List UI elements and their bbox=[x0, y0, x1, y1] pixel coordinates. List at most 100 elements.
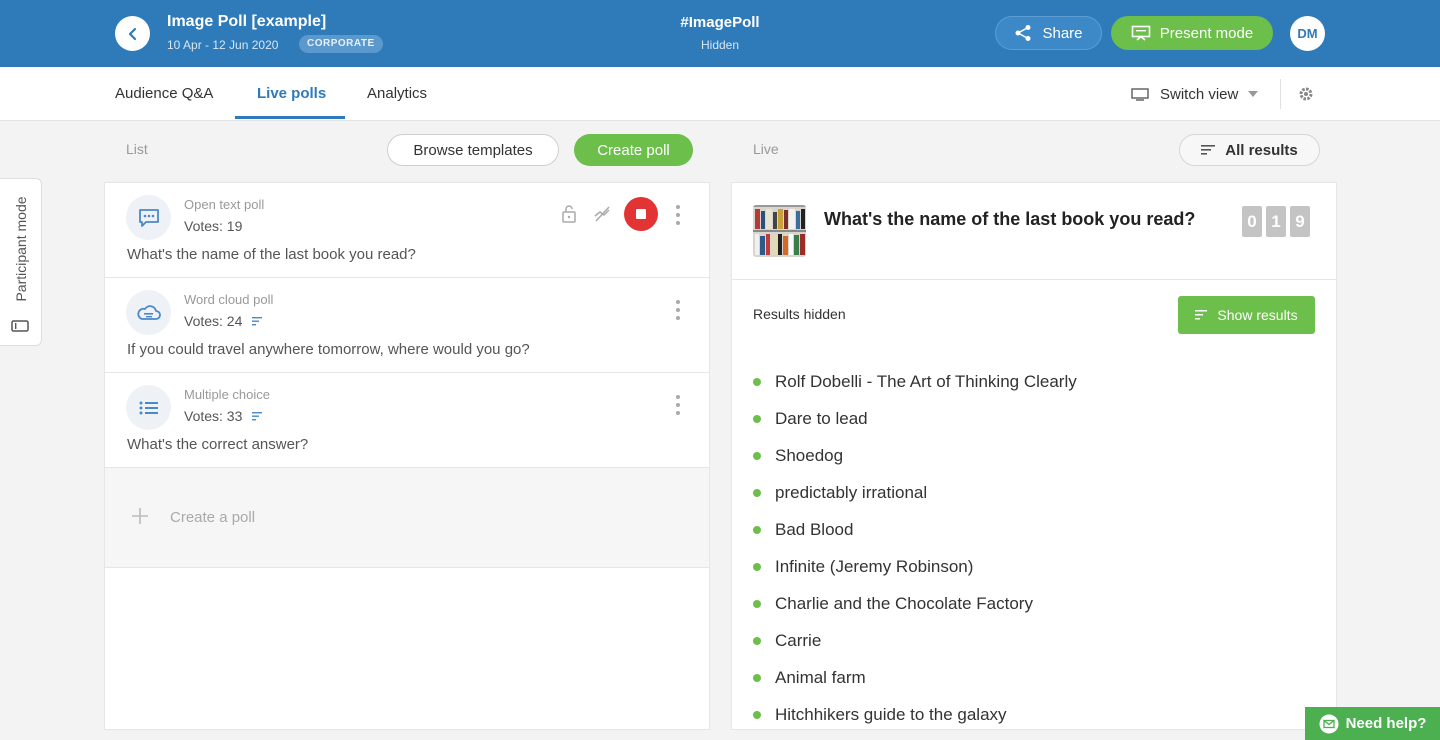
poll-question: If you could travel anywhere tomorrow, w… bbox=[127, 341, 530, 358]
plan-badge: CORPORATE bbox=[299, 35, 383, 53]
live-poll-panel: What's the name of the last book you rea… bbox=[731, 182, 1337, 730]
tab-live-polls[interactable]: Live polls bbox=[257, 67, 326, 121]
list-item: Shoedog bbox=[753, 437, 1077, 474]
bullet-dot bbox=[753, 377, 761, 386]
all-results-button[interactable]: All results bbox=[1179, 134, 1320, 166]
poll-type: Word cloud poll bbox=[184, 292, 274, 307]
present-mode-label: Present mode bbox=[1159, 24, 1254, 42]
create-poll-button[interactable]: Create poll bbox=[574, 134, 693, 166]
present-mode-button[interactable]: Present mode bbox=[1111, 16, 1273, 50]
answer-text: Infinite (Jeremy Robinson) bbox=[775, 556, 974, 576]
poll-question: What's the name of the last book you rea… bbox=[127, 246, 416, 263]
monitor-icon bbox=[1131, 88, 1149, 101]
hide-results-icon[interactable] bbox=[593, 204, 611, 224]
participant-mode-label: Participant mode bbox=[13, 196, 29, 302]
gear-icon[interactable] bbox=[1297, 85, 1315, 103]
answer-text: Charlie and the Chocolate Factory bbox=[775, 593, 1033, 613]
bullet-dot bbox=[753, 673, 761, 682]
share-button[interactable]: Share bbox=[995, 16, 1102, 50]
share-label: Share bbox=[1042, 24, 1083, 42]
counter-digit: 1 bbox=[1266, 206, 1286, 237]
poll-votes: Votes: 33 bbox=[184, 408, 263, 424]
poll-list-panel: Open text poll Votes: 19 What's the name… bbox=[104, 182, 710, 730]
create-a-poll-row[interactable]: Create a poll bbox=[105, 468, 709, 568]
poll-item-word-cloud[interactable]: Word cloud poll Votes: 24 If you could t… bbox=[105, 278, 709, 373]
bullet-dot bbox=[753, 451, 761, 460]
bullet-dot bbox=[753, 636, 761, 645]
plus-icon bbox=[132, 508, 148, 524]
divider bbox=[1280, 79, 1281, 109]
list-item: Hitchhikers guide to the galaxy bbox=[753, 696, 1077, 729]
bullet-dot bbox=[753, 414, 761, 423]
list-item: Bad Blood bbox=[753, 511, 1077, 548]
event-title: Image Poll [example] bbox=[167, 13, 327, 30]
poll-question: What's the correct answer? bbox=[127, 436, 309, 453]
cloud-icon bbox=[126, 290, 171, 335]
answer-text: Animal farm bbox=[775, 667, 866, 687]
list-item: Dare to lead bbox=[753, 400, 1077, 437]
poll-votes-text: Votes: 33 bbox=[184, 408, 243, 424]
poll-type: Multiple choice bbox=[184, 387, 270, 402]
chat-icon bbox=[126, 195, 171, 240]
phone-icon bbox=[11, 320, 29, 332]
all-results-label: All results bbox=[1225, 141, 1298, 159]
answer-text: Bad Blood bbox=[775, 519, 854, 539]
bullet-dot bbox=[753, 525, 761, 534]
live-poll-question: What's the name of the last book you rea… bbox=[824, 209, 1196, 229]
bookshelf-image bbox=[753, 205, 806, 257]
sort-lines-icon bbox=[252, 316, 263, 325]
back-button[interactable] bbox=[115, 16, 150, 51]
counter-digit: 0 bbox=[1242, 206, 1262, 237]
stop-poll-button[interactable] bbox=[624, 197, 658, 231]
more-options-icon[interactable] bbox=[671, 395, 685, 415]
stop-icon bbox=[636, 209, 646, 219]
more-options-icon[interactable] bbox=[671, 205, 685, 225]
show-results-label: Show results bbox=[1217, 307, 1298, 323]
switch-view-dropdown[interactable]: Switch view bbox=[1130, 81, 1259, 107]
tabs-bar: Audience Q&A Live polls Analytics Switch… bbox=[0, 67, 1440, 121]
sort-lines-icon bbox=[1201, 145, 1216, 155]
sort-lines-icon bbox=[252, 411, 263, 420]
presentation-icon bbox=[1131, 25, 1151, 41]
event-status: Hidden bbox=[700, 38, 740, 52]
lock-icon[interactable] bbox=[560, 204, 578, 224]
list-item: Infinite (Jeremy Robinson) bbox=[753, 548, 1077, 585]
event-code: #ImagePoll bbox=[680, 14, 760, 31]
caret-down-icon bbox=[1248, 91, 1259, 97]
live-section-label: Live bbox=[753, 141, 779, 157]
counter-digit: 9 bbox=[1290, 206, 1310, 237]
list-icon bbox=[126, 385, 171, 430]
results-hidden-label: Results hidden bbox=[753, 306, 846, 322]
create-a-poll-label: Create a poll bbox=[170, 509, 256, 526]
bullet-dot bbox=[753, 710, 761, 719]
poll-item-multiple-choice[interactable]: Multiple choice Votes: 33 What's the cor… bbox=[105, 373, 709, 468]
poll-item-open-text[interactable]: Open text poll Votes: 19 What's the name… bbox=[105, 183, 709, 278]
answer-text: Rolf Dobelli - The Art of Thinking Clear… bbox=[775, 371, 1077, 391]
list-item: Charlie and the Chocolate Factory bbox=[753, 585, 1077, 622]
participant-mode-tab[interactable]: Participant mode bbox=[0, 178, 42, 346]
tab-analytics[interactable]: Analytics bbox=[367, 67, 427, 121]
answers-list: Rolf Dobelli - The Art of Thinking Clear… bbox=[753, 363, 1077, 729]
mail-icon bbox=[1319, 714, 1339, 733]
more-options-icon[interactable] bbox=[671, 300, 685, 320]
browse-templates-button[interactable]: Browse templates bbox=[387, 134, 559, 166]
user-avatar[interactable]: DM bbox=[1290, 16, 1325, 51]
share-icon bbox=[1015, 25, 1031, 41]
list-item: Rolf Dobelli - The Art of Thinking Clear… bbox=[753, 363, 1077, 400]
bullet-dot bbox=[753, 562, 761, 571]
bullet-dot bbox=[753, 488, 761, 497]
need-help-button[interactable]: Need help? bbox=[1305, 707, 1440, 740]
tab-audience-qa[interactable]: Audience Q&A bbox=[115, 67, 213, 121]
show-results-button[interactable]: Show results bbox=[1178, 296, 1315, 334]
poll-votes-text: Votes: 24 bbox=[184, 313, 243, 329]
answer-text: predictably irrational bbox=[775, 482, 928, 502]
event-dates: 10 Apr - 12 Jun 2020 bbox=[167, 38, 279, 52]
poll-votes-text: Votes: 19 bbox=[184, 218, 243, 234]
answer-text: Shoedog bbox=[775, 445, 844, 465]
answer-text: Hitchhikers guide to the galaxy bbox=[775, 704, 1007, 724]
switch-view-label: Switch view bbox=[1160, 85, 1239, 103]
list-item: predictably irrational bbox=[753, 474, 1077, 511]
list-item: Carrie bbox=[753, 622, 1077, 659]
live-poll-header: What's the name of the last book you rea… bbox=[732, 183, 1336, 280]
list-item: Animal farm bbox=[753, 659, 1077, 696]
